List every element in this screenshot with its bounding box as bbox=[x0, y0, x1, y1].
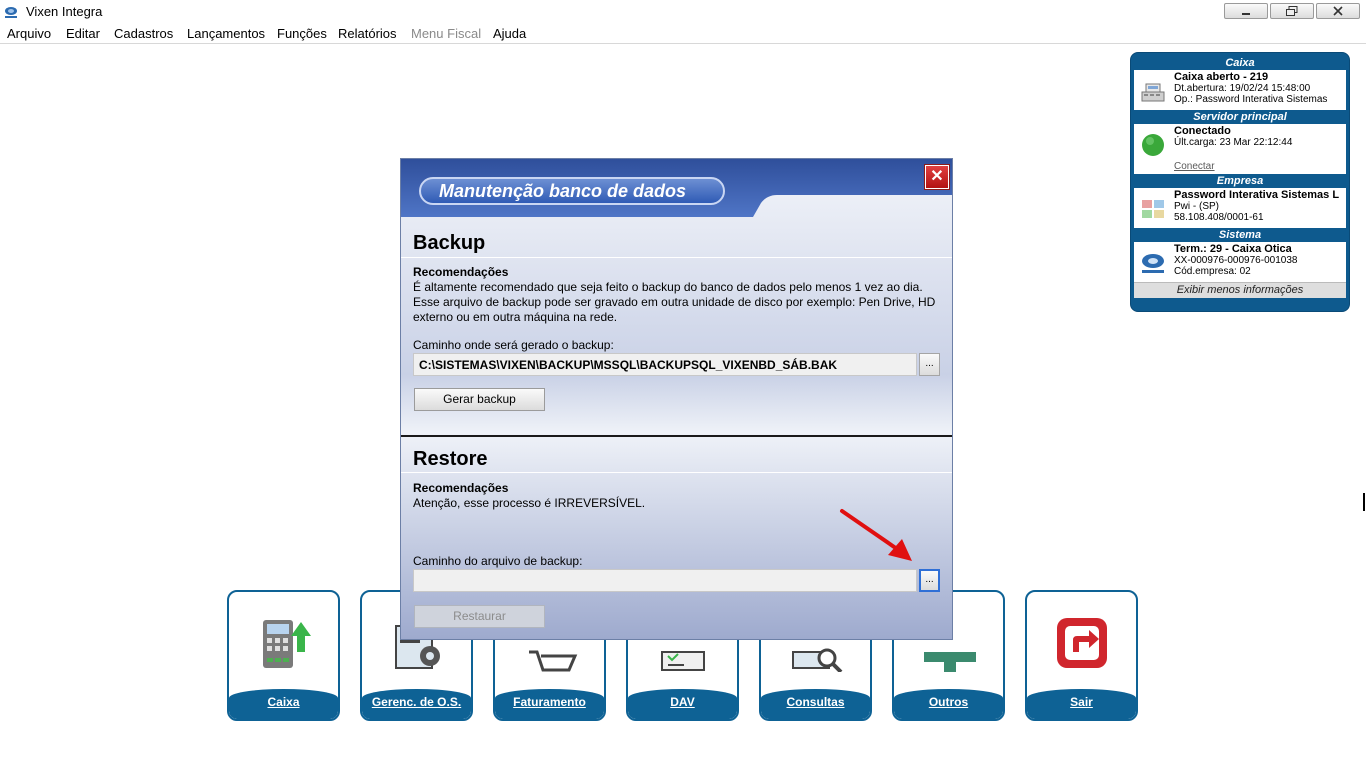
tile-gerenc-os-label: Gerenc. de O.S. bbox=[362, 689, 471, 719]
restore-rec-title: Recomendações bbox=[413, 481, 509, 495]
tile-caixa-label: Caixa bbox=[229, 689, 338, 719]
tile-consultas-label: Consultas bbox=[761, 689, 870, 719]
tile-caixa[interactable]: Caixa bbox=[227, 590, 340, 721]
empresa-nome: Password Interativa Sistemas L bbox=[1174, 189, 1340, 201]
sistema-header: Sistema bbox=[1218, 229, 1262, 241]
backup-browse-button[interactable]: ... bbox=[919, 353, 940, 376]
caixa-header: Caixa bbox=[1225, 57, 1255, 69]
restore-path-label: Caminho do arquivo de backup: bbox=[413, 554, 583, 568]
caixa-operador: Op.: Password Interativa Sistemas bbox=[1174, 94, 1328, 105]
tile-dav-label: DAV bbox=[628, 689, 737, 719]
sistema-terminal: Term.: 29 - Caixa Otica bbox=[1174, 243, 1292, 255]
menu-arquivo[interactable]: Arquivo bbox=[7, 26, 51, 41]
gerar-backup-button[interactable]: Gerar backup bbox=[414, 388, 545, 411]
empresa-local: Pwi - (SP) bbox=[1174, 201, 1219, 212]
red-arrow-annotation bbox=[840, 509, 912, 561]
exit-icon bbox=[1057, 618, 1107, 668]
menu-ajuda[interactable]: Ajuda bbox=[493, 26, 526, 41]
menu-cadastros[interactable]: Cadastros bbox=[114, 26, 173, 41]
tile-outros-label: Outros bbox=[894, 689, 1003, 719]
backup-path-label: Caminho onde será gerado o backup: bbox=[413, 338, 614, 352]
caixa-abertura: Dt.abertura: 19/02/24 15:48:00 bbox=[1174, 83, 1311, 94]
close-icon: ✕ bbox=[930, 168, 944, 185]
empresa-cnpj: 58.108.408/0001-61 bbox=[1174, 212, 1264, 223]
restore-title-line bbox=[401, 472, 952, 473]
servidor-header: Servidor principal bbox=[1193, 111, 1287, 123]
company-logo-icon bbox=[1142, 200, 1164, 218]
backup-rec-title: Recomendações bbox=[413, 265, 509, 279]
backup-path-field[interactable] bbox=[413, 353, 917, 376]
maintenance-dialog: Manutenção banco de dados ✕ Backup Recom… bbox=[400, 158, 953, 640]
backup-title-line bbox=[401, 257, 952, 258]
restore-title: Restore bbox=[413, 448, 488, 470]
sistema-box: Term.: 29 - Caixa Otica XX-000976-000976… bbox=[1134, 242, 1346, 282]
tile-faturamento-label: Faturamento bbox=[495, 689, 604, 719]
tile-sair-label: Sair bbox=[1027, 689, 1136, 719]
caixa-status: Caixa aberto - 219 bbox=[1174, 71, 1269, 83]
restore-path-field[interactable] bbox=[413, 569, 917, 592]
cash-register-icon bbox=[263, 620, 311, 668]
vixen-logo-icon bbox=[1142, 254, 1164, 273]
empresa-header: Empresa bbox=[1216, 175, 1264, 187]
tile-sair[interactable]: Sair bbox=[1025, 590, 1138, 721]
dialog-close-button[interactable]: ✕ bbox=[924, 164, 950, 190]
window-title: Vixen Integra bbox=[26, 4, 103, 19]
section-divider bbox=[401, 435, 952, 437]
close-window-button[interactable] bbox=[1316, 3, 1360, 19]
menu-menu-fiscal: Menu Fiscal bbox=[411, 26, 482, 41]
minimize-icon bbox=[1242, 13, 1250, 15]
restaurar-button: Restaurar bbox=[414, 605, 545, 628]
text-cursor bbox=[1363, 493, 1365, 511]
menu-bar: Arquivo Editar Cadastros Lançamentos Fun… bbox=[0, 24, 1366, 44]
cash-register-icon bbox=[1141, 83, 1165, 102]
toggle-info-button[interactable]: Exibir menos informações bbox=[1134, 282, 1346, 298]
servidor-box: Conectado Últ.carga: 23 Mar 22:12:44 Con… bbox=[1134, 124, 1346, 174]
menu-relatorios[interactable]: Relatórios bbox=[338, 26, 397, 41]
sistema-serial: XX-000976-000976-001038 bbox=[1174, 255, 1298, 266]
backup-rec-text: É altamente recomendado que seja feito o… bbox=[413, 280, 936, 324]
title-bar: Vixen Integra bbox=[0, 0, 1366, 25]
servidor-status: Conectado bbox=[1174, 125, 1231, 137]
app-logo-icon bbox=[5, 7, 17, 18]
caixa-box: Caixa aberto - 219 Dt.abertura: 19/02/24… bbox=[1134, 70, 1346, 110]
restore-icon bbox=[1286, 6, 1298, 16]
restore-browse-button[interactable]: ... bbox=[919, 569, 940, 592]
menu-editar[interactable]: Editar bbox=[66, 26, 100, 41]
conectar-link[interactable]: Conectar bbox=[1174, 161, 1215, 172]
info-panel: Caixa Caixa aberto - 219 Dt.abertura: 19… bbox=[1130, 52, 1350, 312]
minimize-button[interactable] bbox=[1224, 3, 1268, 19]
restore-button[interactable] bbox=[1270, 3, 1314, 19]
close-icon bbox=[1333, 6, 1343, 16]
menu-funcoes[interactable]: Funções bbox=[277, 26, 327, 41]
dialog-title: Manutenção banco de dados bbox=[419, 177, 725, 205]
backup-title: Backup bbox=[413, 232, 486, 254]
sistema-codigo-empresa: Cód.empresa: 02 bbox=[1174, 266, 1251, 277]
servidor-ultima-carga: Últ.carga: 23 Mar 22:12:44 bbox=[1174, 137, 1293, 148]
menu-lancamentos[interactable]: Lançamentos bbox=[187, 26, 265, 41]
connection-status-icon bbox=[1142, 134, 1164, 156]
empresa-box: Password Interativa Sistemas L Pwi - (SP… bbox=[1134, 188, 1346, 228]
